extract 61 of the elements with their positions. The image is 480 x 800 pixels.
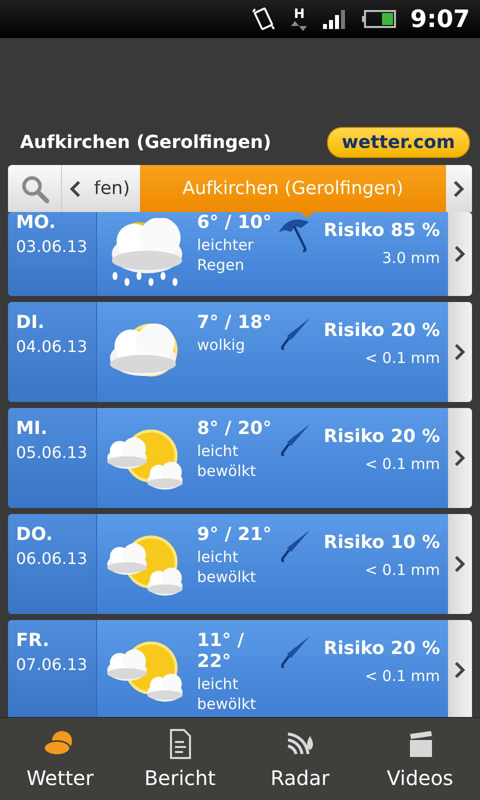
date: 07.06.13 — [16, 655, 88, 674]
rain-risk: Risiko 20 % — [324, 320, 440, 341]
chevron-right-icon — [454, 449, 466, 467]
rain-amount: < 0.1 mm — [364, 349, 440, 367]
weekday: MI. — [16, 418, 48, 439]
rain-amount: < 0.1 mm — [364, 667, 440, 685]
condition-text: leichter Regen — [197, 235, 255, 275]
nav-item[interactable]: Bericht — [120, 718, 240, 800]
condition-text: leicht bewölkt — [197, 674, 257, 714]
details-button[interactable] — [448, 212, 472, 296]
temperature-range: 7° / 18° — [197, 312, 273, 333]
brand-logo: wetter.com — [326, 127, 470, 158]
condition-text: wolkig — [197, 335, 246, 355]
temperature-range: 6° / 10° — [197, 212, 273, 233]
chevron-left-icon — [69, 180, 81, 198]
date: 03.06.13 — [16, 237, 88, 256]
condition-text: leicht bewölkt — [197, 547, 257, 587]
chevron-right-icon — [454, 555, 466, 573]
search-icon — [20, 174, 50, 204]
nav-item[interactable]: Wetter — [0, 718, 120, 800]
details-button[interactable] — [448, 408, 472, 508]
chevron-right-icon — [454, 245, 466, 263]
location-title: Aufkirchen (Gerolfingen) — [20, 132, 272, 153]
temperature-range: 9° / 21° — [197, 524, 273, 545]
forecast-card[interactable]: MO. 03.06.13 6° / 10° leichter Regen Risiko 85 % 3.0 mm — [8, 212, 472, 296]
rain-risk: Risiko 10 % — [324, 532, 440, 553]
forecast-card[interactable]: DI. 04.06.13 7° / 18° wolkig Risiko 20 % < 0.1 mm — [8, 302, 472, 402]
date: 05.06.13 — [16, 443, 88, 462]
rain-risk: Risiko 20 % — [324, 638, 440, 659]
nav-item[interactable]: Videos — [360, 718, 480, 800]
location-tab[interactable]: fen) — [88, 165, 136, 212]
vibrate-icon — [250, 6, 276, 32]
forecast-card[interactable]: MI. 05.06.13 8° / 20° leicht bewölkt Risiko 20 % < 0.1 mm — [8, 408, 472, 508]
battery-icon — [362, 10, 396, 28]
rain-amount: < 0.1 mm — [364, 455, 440, 473]
temperature-range: 8° / 20° — [197, 418, 273, 439]
chevron-right-icon — [453, 180, 465, 198]
details-button[interactable] — [448, 514, 472, 614]
clock: 9:07 — [410, 5, 470, 33]
details-button[interactable] — [448, 302, 472, 402]
nav-item[interactable]: Radar — [240, 718, 360, 800]
date: 04.06.13 — [16, 337, 88, 356]
location-tab[interactable]: Aufkirchen (Gerolfingen) — [140, 165, 446, 212]
rain-risk: Risiko 20 % — [324, 426, 440, 447]
chevron-right-icon — [454, 343, 466, 361]
condition-text: leicht bewölkt — [197, 441, 257, 481]
weekday: DO. — [16, 524, 54, 545]
weekday: FR. — [16, 630, 50, 651]
network-type: H — [294, 8, 305, 20]
date: 06.06.13 — [16, 549, 88, 568]
weekday: MO. — [16, 212, 57, 233]
weekday: DI. — [16, 312, 46, 333]
rain-amount: 3.0 mm — [382, 249, 440, 267]
data-arrows-icon — [290, 20, 308, 30]
chevron-right-icon — [454, 661, 466, 679]
rain-amount: < 0.1 mm — [364, 561, 440, 579]
forecast-card[interactable]: DO. 06.06.13 9° / 21° leicht bewölkt Risiko 10 % < 0.1 mm — [8, 514, 472, 614]
temperature-range: 11° / 22° — [197, 630, 245, 672]
details-button[interactable] — [448, 620, 472, 717]
rain-risk: Risiko 85 % — [324, 220, 440, 241]
forecast-card[interactable]: FR. 07.06.13 11° / 22° leicht bewölkt Risiko 20 % < 0.1 mm — [8, 620, 472, 717]
